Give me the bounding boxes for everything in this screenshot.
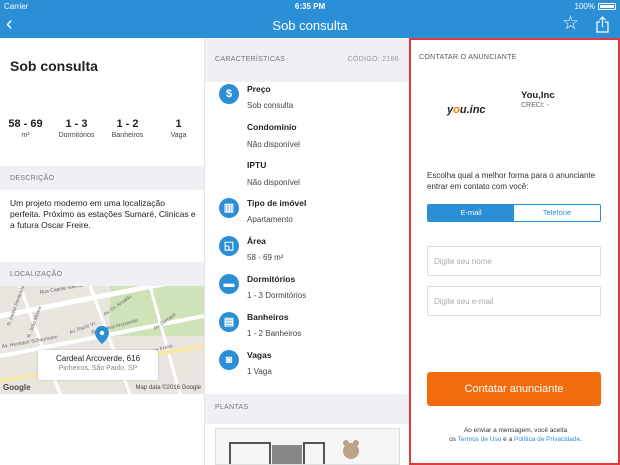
privacy-link[interactable]: Política de Privacidade (514, 436, 580, 443)
description-text: Um projeto moderno em uma localização pe… (10, 198, 196, 230)
google-logo: Google (3, 383, 31, 392)
listing-code: CÓDIGO: 2186 (347, 56, 399, 63)
battery-percent: 100% (574, 2, 595, 11)
terms-link[interactable]: Termos de Uso (458, 436, 502, 443)
neighborhood-line: Pinheiros, São Paulo, SP (58, 365, 138, 372)
map-attribution: Map data ©2016 Google (135, 385, 201, 391)
description-header: DESCRIÇÃO (0, 166, 204, 190)
address-card[interactable]: Cardeal Arcoverde, 616 Pinheiros, São Pa… (38, 350, 158, 380)
contact-prompt: Escolha qual a melhor forma para o anunc… (427, 171, 596, 191)
stat-bathrooms: 1 - 2 Banheiros (111, 118, 144, 139)
location-header: LOCALIZAÇÃO (0, 262, 204, 286)
contact-panel: CONTATAR O ANUNCIANTE you.inc You,Inc CR… (409, 38, 620, 465)
area-icon: ◱ (219, 236, 239, 256)
svg-text:R. Heitor Penteado: R. Heitor Penteado (6, 286, 26, 327)
features-header: CARACTERÍSTICAS (215, 56, 286, 63)
stat-area: 58 - 69 m² (8, 118, 43, 139)
terms-notice: Ao enviar a mensagem, você aceita os Ter… (449, 427, 582, 443)
location-map[interactable]: R. Heitor Penteado Av. Paulo VI Av. Dr. … (0, 286, 204, 394)
car-icon: ◙ (219, 350, 239, 370)
floor-plan-drawing (229, 440, 359, 464)
address-line: Cardeal Arcoverde, 616 (55, 354, 141, 363)
plantas-header-bar: PLANTAS (205, 394, 409, 424)
share-icon[interactable] (596, 16, 609, 38)
star-icon[interactable]: ☆ (562, 14, 579, 34)
property-title: Sob consulta (10, 58, 98, 74)
stat-parking: 1 Vaga (170, 118, 187, 139)
email-field[interactable]: Digite seu e-mail (427, 286, 601, 316)
advertiser-creci: CRECI: - (521, 102, 549, 109)
page-title: Sob consulta (272, 18, 348, 33)
battery-indicator: 100% (575, 2, 616, 11)
clock: 6:35 PM (294, 2, 326, 11)
advertiser-name: You,Inc (521, 90, 555, 101)
plantas-header: PLANTAS (215, 404, 249, 411)
features-header-bar: CARACTERÍSTICAS CÓDIGO: 2186 (205, 38, 409, 82)
advertiser-logo: you.inc (447, 104, 486, 116)
nav-bar: ‹ Sob consulta ☆ (0, 12, 620, 38)
bath-icon: ▤ (219, 312, 239, 332)
contact-method-toggle: E-mail Telefone (427, 204, 601, 222)
dollar-icon: $ (219, 84, 239, 104)
contact-advertiser-button[interactable]: Contatar anunciante (427, 372, 601, 406)
floor-plan-image[interactable] (215, 428, 400, 465)
contact-header: CONTATAR O ANUNCIANTE (419, 54, 517, 61)
status-bar: Carrier 6:35 PM 100% (0, 0, 620, 12)
features-column: CARACTERÍSTICAS CÓDIGO: 2186 $ Preço Sob… (204, 38, 409, 465)
stat-bedrooms: 1 - 3 Dormitórios (58, 118, 95, 139)
name-field[interactable]: Digite seu nome (427, 246, 601, 276)
building-icon: ▥ (219, 198, 239, 218)
stats-row: 58 - 69 m² 1 - 3 Dormitórios 1 - 2 Banheiro… (0, 118, 204, 139)
battery-icon (598, 3, 616, 10)
bed-icon: ▬ (219, 274, 239, 294)
tab-email[interactable]: E-mail (428, 205, 514, 221)
summary-column: Sob consulta 58 - 69 m² 1 - 3 Dormitórios … (0, 38, 204, 465)
svg-text:Rua Capote Valente: Rua Capote Valente (39, 286, 84, 296)
tab-phone[interactable]: Telefone (514, 205, 600, 221)
